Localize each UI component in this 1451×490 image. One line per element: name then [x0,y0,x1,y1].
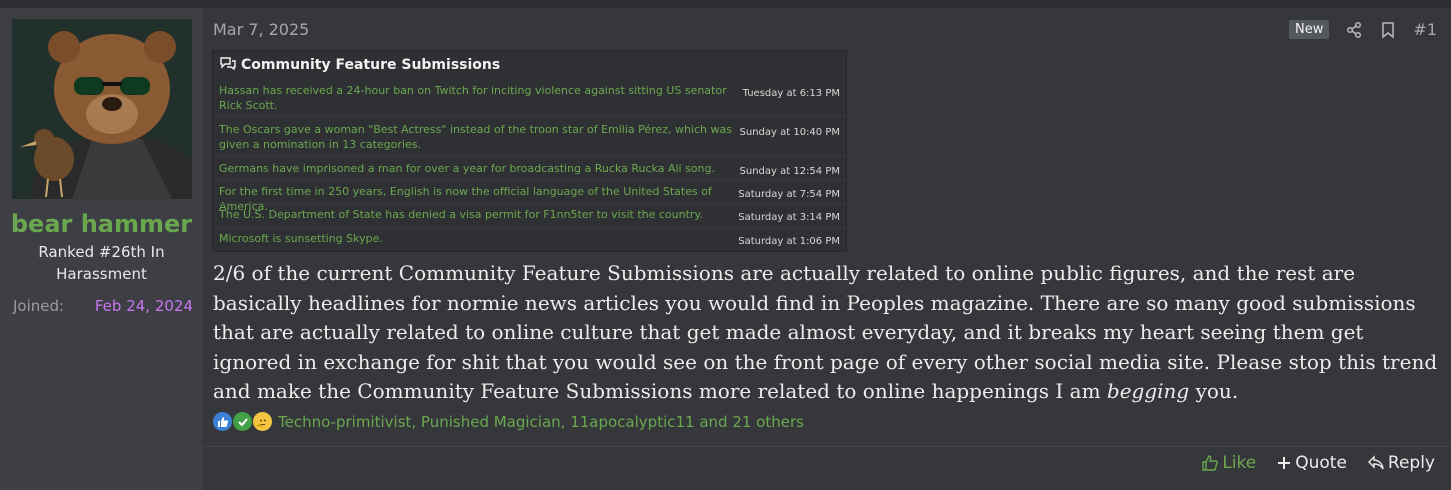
bookmark-icon[interactable] [1379,21,1397,39]
embed-list-item: The Oscars gave a woman "Best Actress" i… [219,123,840,151]
post-actions: Like Quote Reply [1201,453,1435,473]
reply-arrow-icon [1367,455,1384,470]
reply-button[interactable]: Reply [1367,453,1435,473]
check-icon [233,412,252,431]
plus-icon [1278,457,1291,469]
post-header-tools: New #1 [1289,20,1437,39]
emphasis-text: begging [1106,379,1190,403]
embed-divider [213,180,846,181]
embed-list-item: The U.S. Department of State has denied … [219,208,840,223]
embed-divider [213,115,846,116]
embed-divider [213,155,846,156]
embed-title: Community Feature Submissions [219,56,500,74]
post-main: Mar 7, 2025 New #1 Community Feature Sub… [203,8,1451,490]
username[interactable]: bear hammer [0,210,203,238]
post-body: 2/6 of the current Community Feature Sub… [213,261,1438,403]
post-date[interactable]: Mar 7, 2025 [213,20,309,39]
embedded-image[interactable]: Community Feature Submissions Hassan has… [213,51,846,251]
avatar[interactable] [12,19,192,199]
new-badge: New [1289,20,1330,39]
quote-button[interactable]: Quote [1276,453,1347,473]
thumbs-up-icon [213,412,232,431]
reaction-users[interactable]: Techno-primitivist, Punished Magician, 1… [278,413,804,431]
embed-divider [213,227,846,228]
user-rank: Ranked #26th In Harassment [38,243,165,283]
share-icon[interactable] [1345,21,1363,39]
chat-bubbles-icon [219,56,237,74]
post-number[interactable]: #1 [1413,20,1437,39]
forum-post: bear hammer Ranked #26th In Harassment J… [0,8,1451,490]
bear-avatar-icon [12,19,192,199]
embed-list-item: Microsoft is sunsetting Skype. Saturday … [219,232,840,247]
thumbs-up-outline-icon [1202,455,1219,471]
embed-list-item: Hassan has received a 24-hour ban on Twi… [219,84,840,112]
joined-date: Feb 24, 2024 [94,297,193,315]
thinking-face-icon [253,412,272,431]
footer-divider [203,446,1451,447]
embed-divider [213,203,846,204]
embed-list-item: Germans have imprisoned a man for over a… [219,162,840,177]
reactions-bar[interactable]: Techno-primitivist, Punished Magician, 1… [213,412,804,431]
joined-label: Joined: [13,297,65,315]
like-button[interactable]: Like [1201,453,1256,473]
user-info-panel: bear hammer Ranked #26th In Harassment J… [0,8,203,490]
